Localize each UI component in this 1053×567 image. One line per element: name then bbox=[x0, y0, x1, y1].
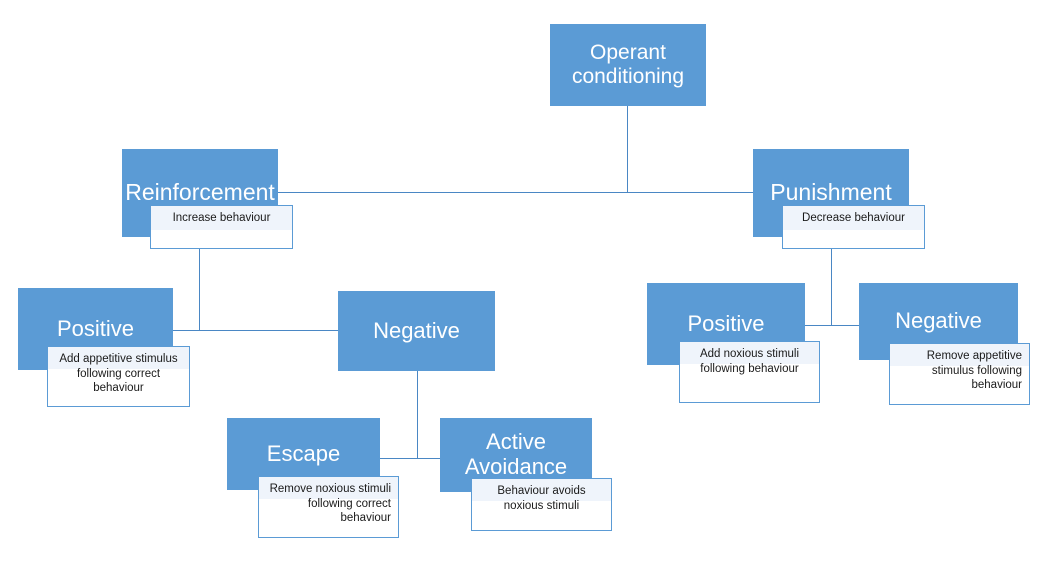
node-reinforcement-positive-label: Positive bbox=[56, 315, 135, 341]
node-operant-conditioning-label: Operant conditioning bbox=[571, 41, 685, 88]
callout-active-avoidance-text: Behaviour avoids noxious stimuli bbox=[497, 485, 586, 512]
callout-reinforcement-text: Increase behaviour bbox=[172, 212, 271, 224]
callout-punishment-positive: Add noxious stimuli following behaviour bbox=[679, 341, 820, 403]
node-reinforcement-negative-label: Negative bbox=[373, 317, 460, 343]
node-escape-label: Escape bbox=[266, 440, 341, 466]
diagram-canvas: Operant conditioning Reinforcement Incre… bbox=[0, 0, 1053, 567]
connector-punishment-rail bbox=[805, 325, 860, 326]
node-reinforcement-negative[interactable]: Negative bbox=[338, 291, 495, 371]
node-reinforcement-label: Reinforcement bbox=[125, 179, 275, 206]
node-operant-conditioning[interactable]: Operant conditioning bbox=[550, 24, 706, 106]
callout-escape-text: Remove noxious stimuli following correct… bbox=[269, 483, 391, 525]
callout-punishment: Decrease behaviour bbox=[782, 205, 925, 249]
connector-level2-rail bbox=[277, 192, 756, 193]
node-punishment-label: Punishment bbox=[770, 179, 892, 206]
callout-active-avoidance: Behaviour avoids noxious stimuli bbox=[471, 478, 612, 531]
node-active-avoidance-label: Active Avoidance bbox=[464, 429, 568, 479]
node-punishment-negative-label: Negative bbox=[895, 308, 982, 334]
connector-negative-down bbox=[417, 371, 418, 459]
connector-negative-rail bbox=[379, 458, 441, 459]
callout-escape: Remove noxious stimuli following correct… bbox=[258, 476, 399, 538]
callout-punishment-negative: Remove appetitive stimulus following beh… bbox=[889, 343, 1030, 405]
callout-reinforcement-positive: Add appetitive stimulus following correc… bbox=[47, 346, 190, 407]
connector-root-down bbox=[627, 106, 628, 193]
node-punishment-positive-label: Positive bbox=[687, 310, 765, 336]
callout-punishment-text: Decrease behaviour bbox=[802, 212, 905, 224]
connector-reinforcement-rail bbox=[172, 330, 339, 331]
connector-punishment-down bbox=[831, 248, 832, 326]
callout-reinforcement: Increase behaviour bbox=[150, 205, 293, 249]
connector-reinforcement-down bbox=[199, 248, 200, 331]
callout-punishment-negative-text: Remove appetitive stimulus following beh… bbox=[926, 350, 1022, 392]
callout-reinforcement-positive-text: Add appetitive stimulus following correc… bbox=[59, 353, 178, 395]
callout-punishment-positive-text: Add noxious stimuli following behaviour bbox=[699, 348, 800, 375]
